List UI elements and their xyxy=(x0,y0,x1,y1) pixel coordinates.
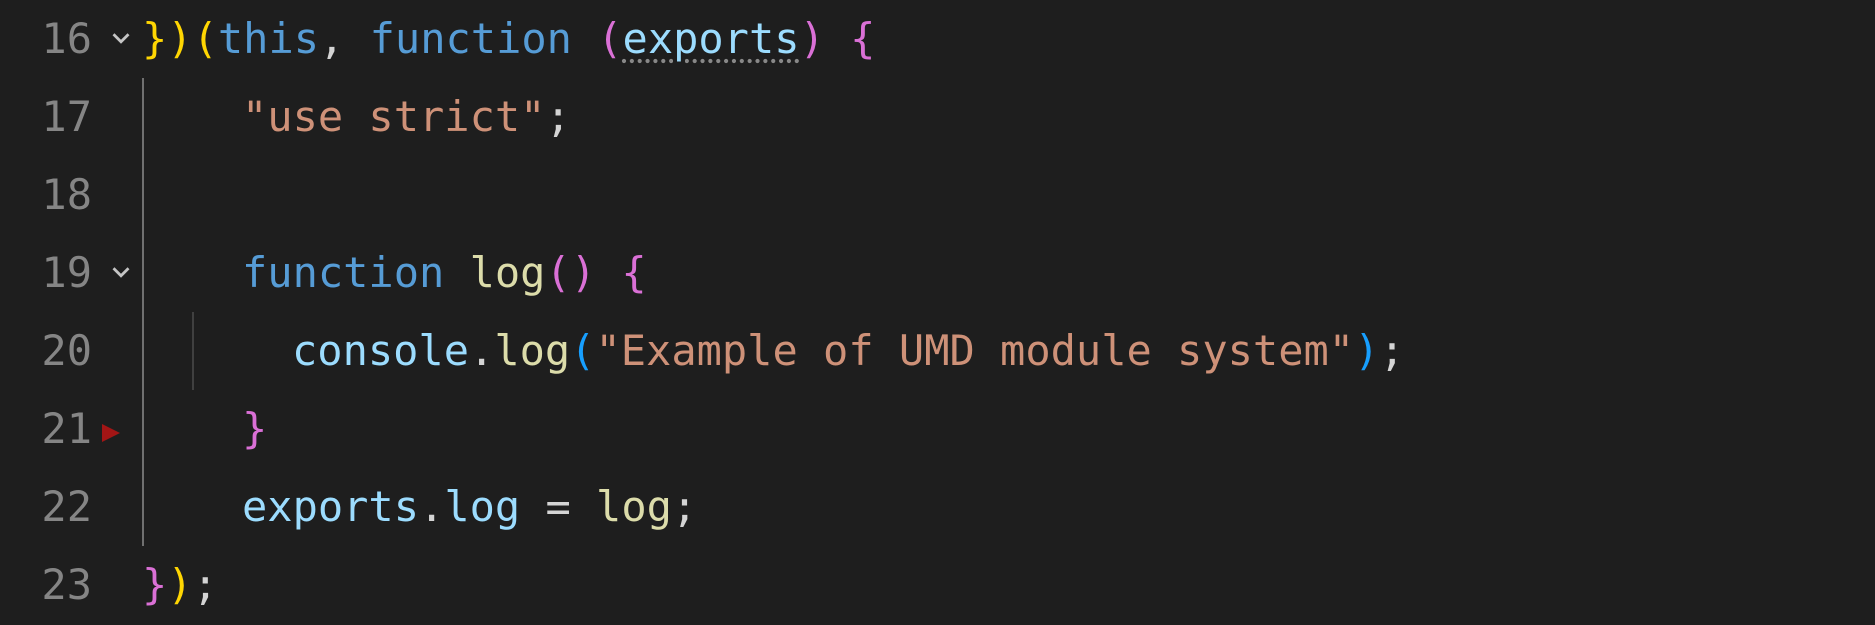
function-keyword: function xyxy=(370,0,572,78)
log-method: log xyxy=(494,312,570,390)
code-line[interactable]: 22 exports.log = log; xyxy=(0,468,1875,546)
line-number: 18 xyxy=(0,156,100,234)
indent-guide xyxy=(142,312,192,390)
console-object: console xyxy=(292,312,469,390)
indent xyxy=(192,390,242,468)
space xyxy=(444,234,469,312)
semicolon: ; xyxy=(1379,312,1404,390)
function-name: log xyxy=(470,234,546,312)
semicolon: ; xyxy=(193,546,218,624)
indent-guide xyxy=(142,234,192,312)
code-content[interactable]: })(this, function (exports) { xyxy=(142,0,875,78)
string-literal: "use strict" xyxy=(242,78,545,156)
paren-open: ( xyxy=(193,0,218,78)
brace-open: { xyxy=(621,234,646,312)
dot: . xyxy=(419,468,444,546)
semicolon: ; xyxy=(672,468,697,546)
code-line[interactable]: 20 console.log("Example of UMD module sy… xyxy=(0,312,1875,390)
line-number: 20 xyxy=(0,312,100,390)
indent xyxy=(192,234,242,312)
breakpoint-marker-icon[interactable] xyxy=(100,389,142,469)
space xyxy=(596,234,621,312)
code-content[interactable]: } xyxy=(142,390,267,468)
line-number: 16 xyxy=(0,0,100,78)
space xyxy=(572,0,597,78)
code-content[interactable]: "use strict"; xyxy=(142,78,571,156)
code-editor[interactable]: 16 })(this, function (exports) { 17 "use… xyxy=(0,0,1875,624)
line-number: 22 xyxy=(0,468,100,546)
space xyxy=(825,0,850,78)
code-line[interactable]: 17 "use strict"; xyxy=(0,78,1875,156)
code-content[interactable]: exports.log = log; xyxy=(142,468,697,546)
function-keyword: function xyxy=(242,234,444,312)
comma: , xyxy=(319,0,344,78)
indent xyxy=(242,312,292,390)
line-number: 21 xyxy=(0,390,100,468)
paren-close: ) xyxy=(167,546,192,624)
indent-guide xyxy=(142,468,192,546)
fold-chevron-down-icon[interactable] xyxy=(100,234,142,312)
code-content[interactable]: function log() { xyxy=(142,234,647,312)
paren-open: ( xyxy=(545,234,570,312)
line-number: 19 xyxy=(0,234,100,312)
semicolon: ; xyxy=(545,78,570,156)
code-content[interactable] xyxy=(142,156,192,234)
code-line[interactable]: 16 })(this, function (exports) { xyxy=(0,0,1875,78)
brace-close: } xyxy=(242,390,267,468)
indent-guide xyxy=(142,78,192,156)
code-line[interactable]: 23 }); xyxy=(0,546,1875,624)
code-line[interactable]: 19 function log() { xyxy=(0,234,1875,312)
brace-close: } xyxy=(142,0,167,78)
param-exports: exports xyxy=(623,0,800,78)
indent-guide xyxy=(142,156,192,234)
fold-chevron-down-icon[interactable] xyxy=(100,0,142,78)
dot: . xyxy=(469,312,494,390)
paren-open: ( xyxy=(570,312,595,390)
code-content[interactable]: }); xyxy=(142,546,218,624)
line-number: 17 xyxy=(0,78,100,156)
brace-close: } xyxy=(142,546,167,624)
code-line[interactable]: 21 } xyxy=(0,390,1875,468)
paren-close: ) xyxy=(571,234,596,312)
indent xyxy=(192,78,242,156)
equals: = xyxy=(520,468,596,546)
paren-close: ) xyxy=(167,0,192,78)
brace-open: { xyxy=(850,0,875,78)
paren-open: ( xyxy=(597,0,622,78)
indent xyxy=(192,468,242,546)
space xyxy=(344,0,369,78)
exports-object: exports xyxy=(242,468,419,546)
indent-guide xyxy=(192,312,242,390)
code-content[interactable]: console.log("Example of UMD module syste… xyxy=(142,312,1405,390)
identifier-log: log xyxy=(596,468,672,546)
property-log: log xyxy=(444,468,520,546)
this-keyword: this xyxy=(218,0,319,78)
paren-close: ) xyxy=(1354,312,1379,390)
line-number: 23 xyxy=(0,546,100,624)
code-line[interactable]: 18 xyxy=(0,156,1875,234)
indent-guide xyxy=(142,390,192,468)
paren-close: ) xyxy=(800,0,825,78)
string-literal: "Example of UMD module system" xyxy=(595,312,1354,390)
